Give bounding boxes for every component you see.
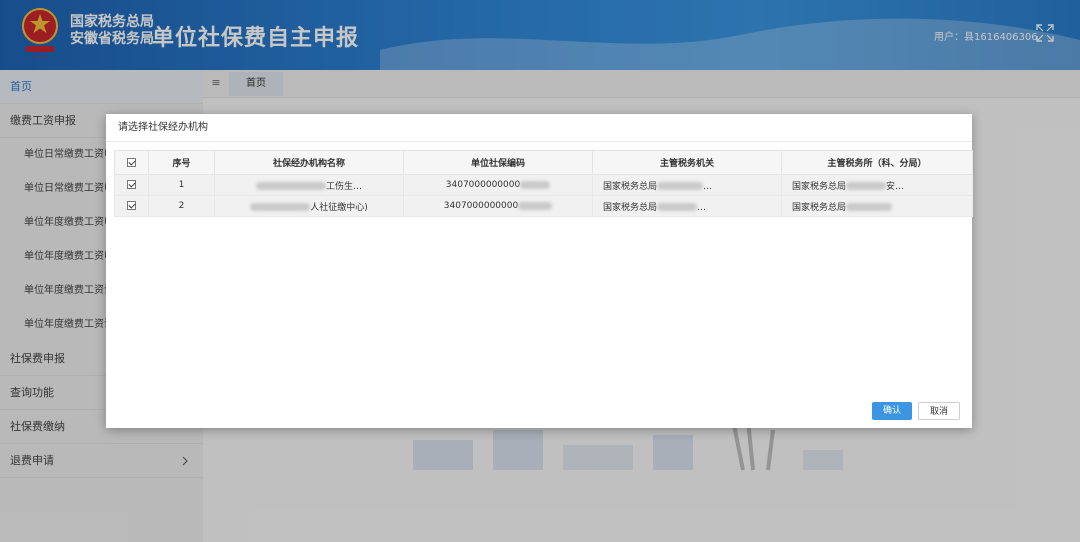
tax-office-text: 国家税务总局 <box>792 202 847 213</box>
column-header-tax-authority: 主管税务机关 <box>592 150 782 175</box>
tax-authority-tail: … <box>697 202 707 213</box>
cell-tax-authority: 国家税务总局 … <box>592 174 782 196</box>
redacted-text <box>657 182 704 190</box>
cell-index: 1 <box>148 174 215 196</box>
column-header-tax-office: 主管税务所（科、分局） <box>781 150 973 175</box>
redacted-text <box>518 201 553 210</box>
row-select-cell <box>114 195 149 217</box>
redacted-text <box>846 203 893 211</box>
tax-authority-text: 国家税务总局 <box>603 202 658 213</box>
cell-index: 2 <box>148 195 215 217</box>
table-row[interactable]: 2 人社征缴中心) 3407000000000 国家税务总局 … 国家税务总局 <box>114 195 973 217</box>
agency-table: 序号 社保经办机构名称 单位社保编码 主管税务机关 主管税务所（科、分局） 1 … <box>114 150 973 217</box>
cell-social-code: 3407000000000 <box>403 195 593 217</box>
row-checkbox[interactable] <box>127 201 136 210</box>
social-code-text: 3407000000000 <box>443 201 519 211</box>
cell-tax-authority: 国家税务总局 … <box>592 195 782 217</box>
cell-social-code: 3407000000000 <box>403 174 593 196</box>
redacted-text <box>255 182 326 190</box>
dialog-title: 请选择社保经办机构 <box>106 114 972 142</box>
cell-agency-name: 工伤生… <box>214 174 404 196</box>
table-row[interactable]: 1 工伤生… 3407000000000 国家税务总局 … 国家税务总局 安… <box>114 174 973 196</box>
redacted-text <box>846 182 887 190</box>
agency-name-text: 工伤生… <box>325 181 362 192</box>
tax-office-text: 国家税务总局 <box>792 181 847 192</box>
social-code-text: 3407000000000 <box>445 180 521 190</box>
row-checkbox[interactable] <box>127 180 136 189</box>
redacted-text <box>250 203 311 211</box>
column-header-social-code: 单位社保编码 <box>403 150 593 175</box>
tax-authority-tail: … <box>703 181 713 192</box>
select-agency-dialog: 请选择社保经办机构 序号 社保经办机构名称 单位社保编码 主管税务机关 主管税务… <box>106 114 973 428</box>
cancel-button[interactable]: 取消 <box>918 402 960 420</box>
select-all-cell <box>114 150 149 175</box>
redacted-text <box>657 203 698 211</box>
column-header-agency-name: 社保经办机构名称 <box>214 150 404 175</box>
table-header-row: 序号 社保经办机构名称 单位社保编码 主管税务机关 主管税务所（科、分局） <box>114 150 973 175</box>
cell-tax-office: 国家税务总局 <box>781 195 973 217</box>
row-select-cell <box>114 174 149 196</box>
tax-office-tail: 安… <box>886 181 905 192</box>
cell-agency-name: 人社征缴中心) <box>214 195 404 217</box>
select-all-checkbox[interactable] <box>127 157 136 167</box>
tax-authority-text: 国家税务总局 <box>603 181 658 192</box>
agency-name-text: 人社征缴中心) <box>310 202 368 213</box>
confirm-button[interactable]: 确认 <box>872 402 912 420</box>
column-header-index: 序号 <box>148 150 215 175</box>
redacted-text <box>520 180 551 189</box>
cell-tax-office: 国家税务总局 安… <box>781 174 973 196</box>
